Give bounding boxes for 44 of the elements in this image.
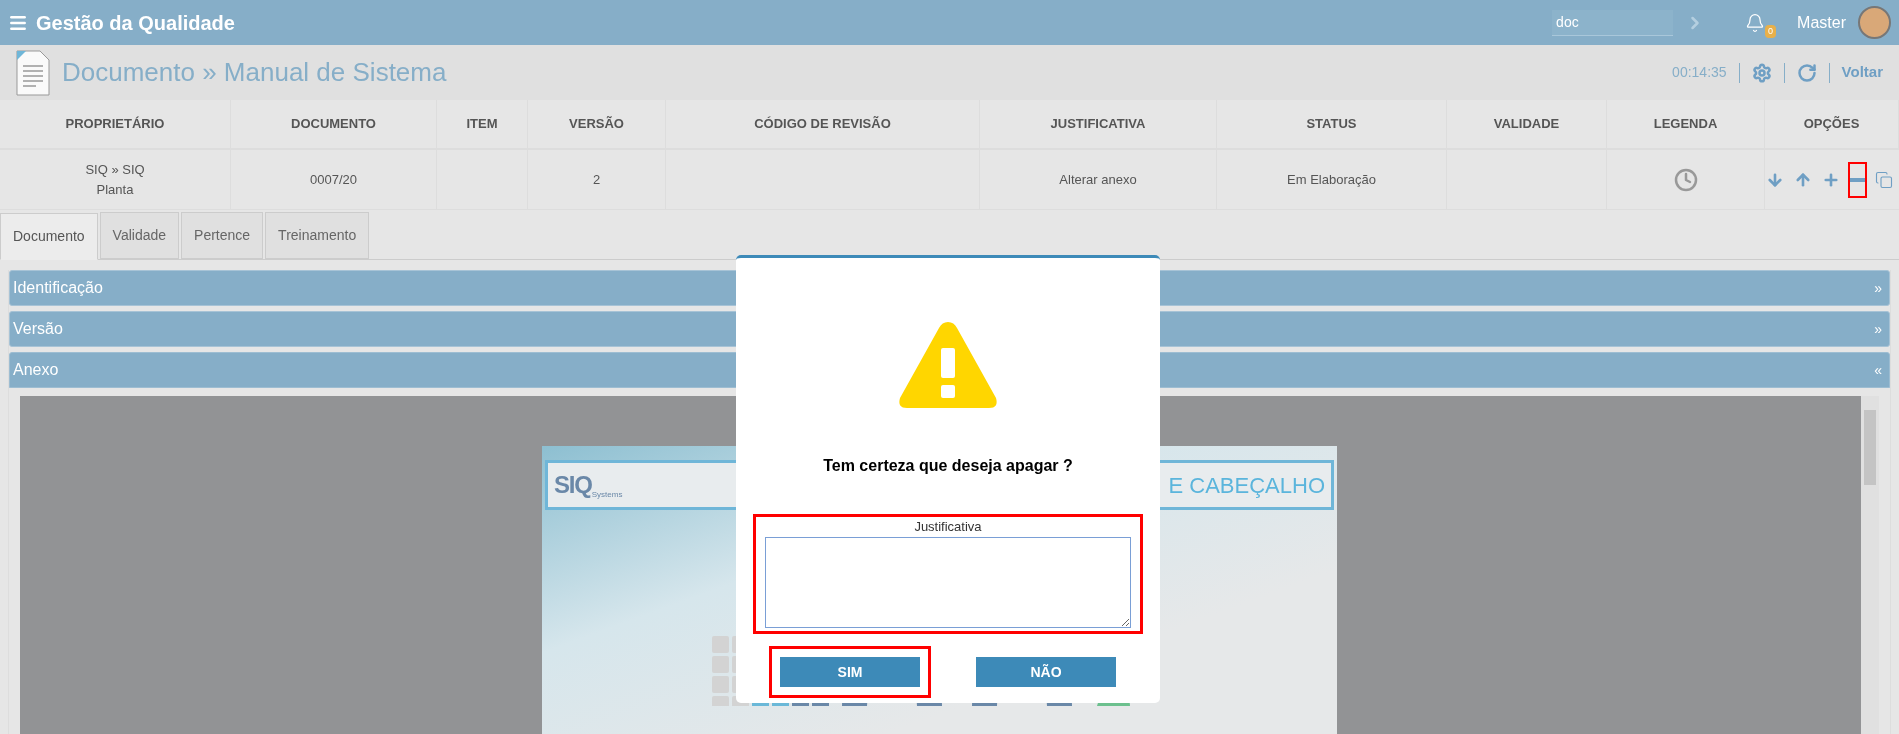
- avatar[interactable]: [1858, 6, 1891, 39]
- copy-icon: [1875, 170, 1893, 189]
- tab[interactable]: Pertence: [181, 212, 264, 259]
- field-label: Justificativa: [914, 518, 982, 536]
- tab[interactable]: Treinamento: [265, 212, 370, 259]
- app-title: Gestão da Qualidade: [36, 10, 235, 36]
- refresh-icon[interactable]: [1796, 62, 1817, 83]
- user-name[interactable]: Master: [1797, 10, 1846, 35]
- table-cell-text: 2: [592, 170, 601, 189]
- back-link[interactable]: Voltar: [1841, 61, 1883, 84]
- column-header: ITEM: [466, 115, 498, 134]
- settings-icon[interactable]: [1751, 62, 1772, 83]
- column-header: VALIDADE: [1493, 115, 1560, 134]
- search-field[interactable]: doc: [1552, 9, 1674, 36]
- column-header: JUSTIFICATIVA: [1050, 115, 1146, 134]
- column-header: DOCUMENTO: [291, 115, 376, 134]
- dialog-button[interactable]: NÃO: [976, 657, 1116, 687]
- column-header: PROPRIETÁRIO: [65, 115, 165, 134]
- logo-text: SIQ: [554, 470, 592, 498]
- logo-subtitle: Systems: [591, 490, 623, 501]
- dialog-message: Tem certeza que deseja apagar ?: [823, 456, 1073, 476]
- column-header: VERSÃO: [569, 115, 624, 134]
- timer: 00:14:35: [1672, 63, 1727, 82]
- table-cell-text: SIQ » SIQ: [85, 161, 145, 179]
- page-title: Documento » Manual de Sistema: [62, 56, 447, 89]
- justification-field[interactable]: [765, 536, 1131, 628]
- clock-icon: [1673, 167, 1698, 192]
- column-header: LEGENDA: [1653, 115, 1718, 134]
- table-cell-text: Planta: [96, 180, 134, 199]
- document-icon: [16, 49, 50, 96]
- table-cell-text: Em Elaboração: [1287, 170, 1376, 189]
- column-header: CÓDIGO DE REVISÃO: [754, 115, 891, 134]
- table-cell-text: Alterar anexo: [1059, 170, 1137, 189]
- tab[interactable]: Validade: [99, 212, 180, 259]
- column-header: OPÇÕES: [1803, 115, 1860, 134]
- minus-button[interactable]: [1848, 161, 1867, 198]
- notification-badge: 0: [1765, 24, 1777, 38]
- column-header: STATUS: [1306, 115, 1357, 134]
- dialog-button[interactable]: SIM: [780, 657, 920, 687]
- minus-icon: [1850, 177, 1865, 182]
- tab[interactable]: Documento: [0, 213, 98, 260]
- page-header-text: E CABEÇALHO: [1168, 471, 1325, 500]
- table-cell-text: 0007/20: [310, 170, 357, 189]
- bell-icon[interactable]: [1745, 12, 1766, 33]
